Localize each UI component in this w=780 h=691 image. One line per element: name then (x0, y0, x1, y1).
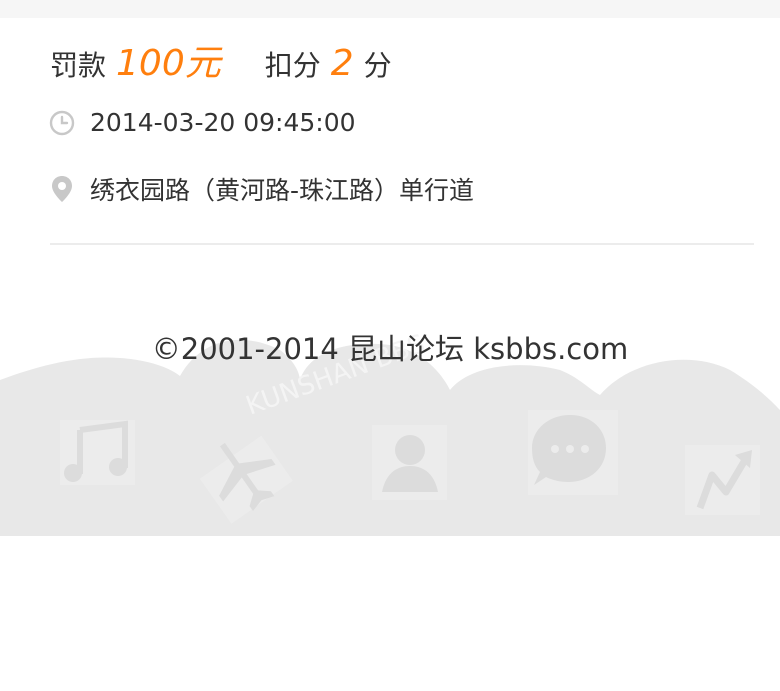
chat-icon (528, 410, 618, 495)
location-pin-icon (48, 175, 76, 203)
points-label: 扣分 (264, 49, 321, 82)
violation-time-row: 2014-03-20 09:45:00 (48, 108, 356, 137)
divider (50, 243, 754, 245)
music-icon (60, 420, 135, 485)
points-unit: 分 (363, 49, 392, 82)
violation-location: 绣衣园路（黄河路-珠江路）单行道 (90, 176, 475, 205)
cloud-background: KUNSHAN BBS (0, 329, 780, 536)
penalty-summary: 罚款 100元 扣分 2 分 (50, 34, 392, 84)
trend-icon (685, 445, 760, 515)
top-strip (0, 0, 780, 18)
footer-banner: KUNSHAN BBS (0, 270, 780, 536)
violation-location-row: 绣衣园路（黄河路-珠江路）单行道 (48, 171, 474, 207)
fine-amount: 100元 (116, 43, 221, 84)
clock-icon (48, 109, 76, 137)
points-value: 2 (330, 43, 354, 84)
fine-label: 罚款 (50, 49, 107, 82)
person-icon (372, 425, 447, 500)
violation-time: 2014-03-20 09:45:00 (90, 108, 356, 137)
copyright-text: ©2001-2014 昆山论坛 ksbbs.com (151, 332, 629, 366)
